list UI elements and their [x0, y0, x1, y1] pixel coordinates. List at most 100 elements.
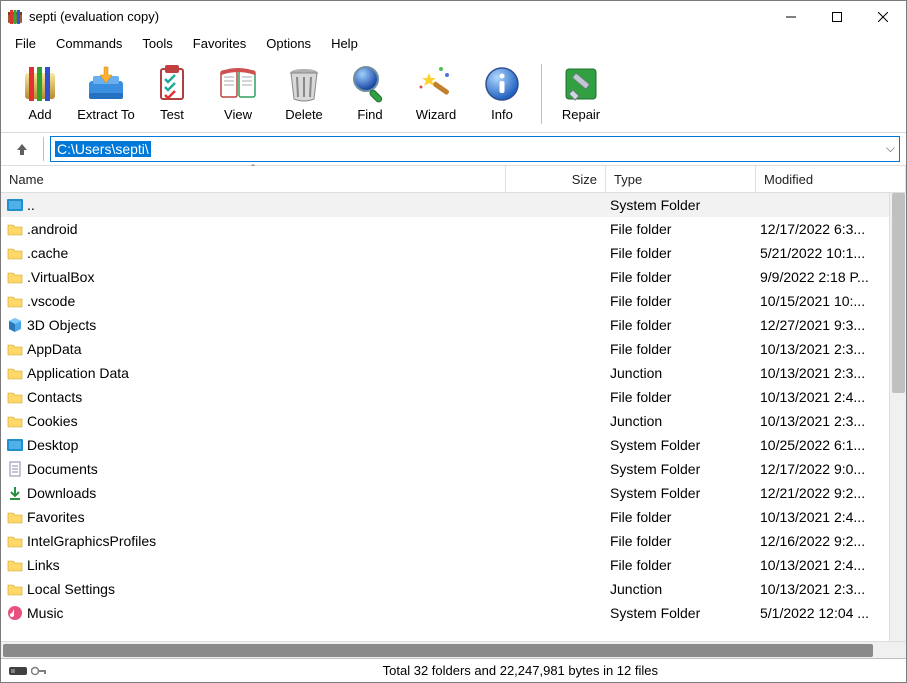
- repair-button[interactable]: Repair: [548, 58, 614, 130]
- menu-favorites[interactable]: Favorites: [183, 34, 256, 53]
- table-row[interactable]: Contacts File folder10/13/2021 2:4...: [1, 385, 889, 409]
- disk-icon[interactable]: [9, 665, 27, 677]
- scrollbar-thumb-h[interactable]: [3, 644, 873, 657]
- table-row[interactable]: Local SettingsJunction10/13/2021 2:3...: [1, 577, 889, 601]
- vertical-scrollbar[interactable]: [889, 193, 906, 641]
- menu-file[interactable]: File: [5, 34, 46, 53]
- file-type: File folder: [606, 341, 756, 357]
- file-modified: 5/21/2022 10:1...: [756, 245, 889, 261]
- file-name: .cache: [27, 245, 68, 261]
- status-text: Total 32 folders and 22,247,981 bytes in…: [383, 663, 658, 678]
- table-row[interactable]: FavoritesFile folder10/13/2021 2:4...: [1, 505, 889, 529]
- file-name: Local Settings: [27, 581, 115, 597]
- file-name: Contacts: [27, 389, 82, 405]
- file-name: AppData: [27, 341, 81, 357]
- table-row[interactable]: ..System Folder: [1, 193, 889, 217]
- info-label: Info: [491, 107, 513, 122]
- status-icons: [9, 665, 47, 677]
- view-icon: [217, 63, 259, 105]
- wizard-label: Wizard: [416, 107, 456, 122]
- file-type: File folder: [606, 389, 756, 405]
- menu-options[interactable]: Options: [256, 34, 321, 53]
- table-row[interactable]: .vscode File folder10/15/2021 10:...: [1, 289, 889, 313]
- table-row[interactable]: MusicSystem Folder5/1/2022 12:04 ...: [1, 601, 889, 625]
- wizard-button[interactable]: Wizard: [403, 58, 469, 130]
- header-modified[interactable]: Modified: [756, 166, 906, 192]
- table-row[interactable]: .androidFile folder12/17/2022 6:3...: [1, 217, 889, 241]
- table-row[interactable]: DesktopSystem Folder10/25/2022 6:1...: [1, 433, 889, 457]
- key-icon[interactable]: [31, 665, 47, 677]
- doc-icon: [7, 461, 23, 477]
- wizard-icon: [415, 63, 457, 105]
- file-modified: 10/13/2021 2:3...: [756, 341, 889, 357]
- close-button[interactable]: [860, 1, 906, 32]
- scrollbar-thumb[interactable]: [892, 193, 905, 393]
- table-row[interactable]: IntelGraphicsProfilesFile folder12/16/20…: [1, 529, 889, 553]
- test-button[interactable]: Test: [139, 58, 205, 130]
- path-dropdown-icon[interactable]: ⌵: [886, 141, 895, 156]
- menu-help[interactable]: Help: [321, 34, 368, 53]
- path-separator: [43, 137, 44, 161]
- file-type: File folder: [606, 293, 756, 309]
- app-window: septi (evaluation copy) File Commands To…: [0, 0, 907, 683]
- delete-button[interactable]: Delete: [271, 58, 337, 130]
- extract-button[interactable]: Extract To: [73, 58, 139, 130]
- find-icon: [349, 63, 391, 105]
- find-button[interactable]: Find: [337, 58, 403, 130]
- table-row[interactable]: LinksFile folder10/13/2021 2:4...: [1, 553, 889, 577]
- file-type: System Folder: [606, 485, 756, 501]
- table-row[interactable]: AppData File folder10/13/2021 2:3...: [1, 337, 889, 361]
- maximize-button[interactable]: [814, 1, 860, 32]
- app-icon: [7, 9, 23, 25]
- title-bar: septi (evaluation copy): [1, 1, 906, 33]
- header-type[interactable]: Type: [606, 166, 756, 192]
- folder-icon: [7, 557, 23, 573]
- file-type: Junction: [606, 581, 756, 597]
- header-name[interactable]: Name ˆ: [1, 166, 506, 192]
- info-button[interactable]: Info: [469, 58, 535, 130]
- status-bar: Total 32 folders and 22,247,981 bytes in…: [1, 658, 906, 682]
- toolbar: Add Extract To: [1, 55, 906, 133]
- file-modified: 10/13/2021 2:4...: [756, 389, 889, 405]
- folder-icon: [7, 413, 23, 429]
- horizontal-scrollbar[interactable]: [1, 641, 906, 658]
- table-row[interactable]: .cacheFile folder5/21/2022 10:1...: [1, 241, 889, 265]
- minimize-button[interactable]: [768, 1, 814, 32]
- file-name: .vscode: [27, 293, 75, 309]
- file-name: Music: [27, 605, 64, 621]
- file-modified: 12/17/2022 6:3...: [756, 221, 889, 237]
- file-modified: 10/25/2022 6:1...: [756, 437, 889, 453]
- file-name: Favorites: [27, 509, 85, 525]
- table-row[interactable]: 3D ObjectsFile folder12/27/2021 9:3...: [1, 313, 889, 337]
- table-row[interactable]: .VirtualBoxFile folder9/9/2022 2:18 P...: [1, 265, 889, 289]
- add-label: Add: [28, 107, 51, 122]
- header-size[interactable]: Size: [506, 166, 606, 192]
- file-name: .android: [27, 221, 78, 237]
- desktop-icon: [7, 437, 23, 453]
- add-icon: [19, 63, 61, 105]
- file-modified: 10/13/2021 2:3...: [756, 365, 889, 381]
- file-modified: 10/15/2021 10:...: [756, 293, 889, 309]
- file-modified: 9/9/2022 2:18 P...: [756, 269, 889, 285]
- up-button[interactable]: [7, 136, 37, 162]
- file-name: 3D Objects: [27, 317, 96, 333]
- table-row[interactable]: DocumentsSystem Folder12/17/2022 9:0...: [1, 457, 889, 481]
- extract-label: Extract To: [77, 107, 135, 122]
- menu-tools[interactable]: Tools: [132, 34, 182, 53]
- table-row[interactable]: DownloadsSystem Folder12/21/2022 9:2...: [1, 481, 889, 505]
- file-type: System Folder: [606, 461, 756, 477]
- delete-icon: [283, 63, 325, 105]
- music-icon: [7, 605, 23, 621]
- path-input[interactable]: C:\Users\septi\ ⌵: [50, 136, 900, 162]
- file-name: IntelGraphicsProfiles: [27, 533, 156, 549]
- table-row[interactable]: Application DataJunction10/13/2021 2:3..…: [1, 361, 889, 385]
- add-button[interactable]: Add: [7, 58, 73, 130]
- delete-label: Delete: [285, 107, 323, 122]
- file-rows[interactable]: ..System Folder.androidFile folder12/17/…: [1, 193, 889, 641]
- view-button[interactable]: View: [205, 58, 271, 130]
- menu-commands[interactable]: Commands: [46, 34, 132, 53]
- folder-icon: [7, 293, 23, 309]
- toolbar-separator: [541, 64, 542, 124]
- path-bar: C:\Users\septi\ ⌵: [1, 133, 906, 165]
- table-row[interactable]: CookiesJunction10/13/2021 2:3...: [1, 409, 889, 433]
